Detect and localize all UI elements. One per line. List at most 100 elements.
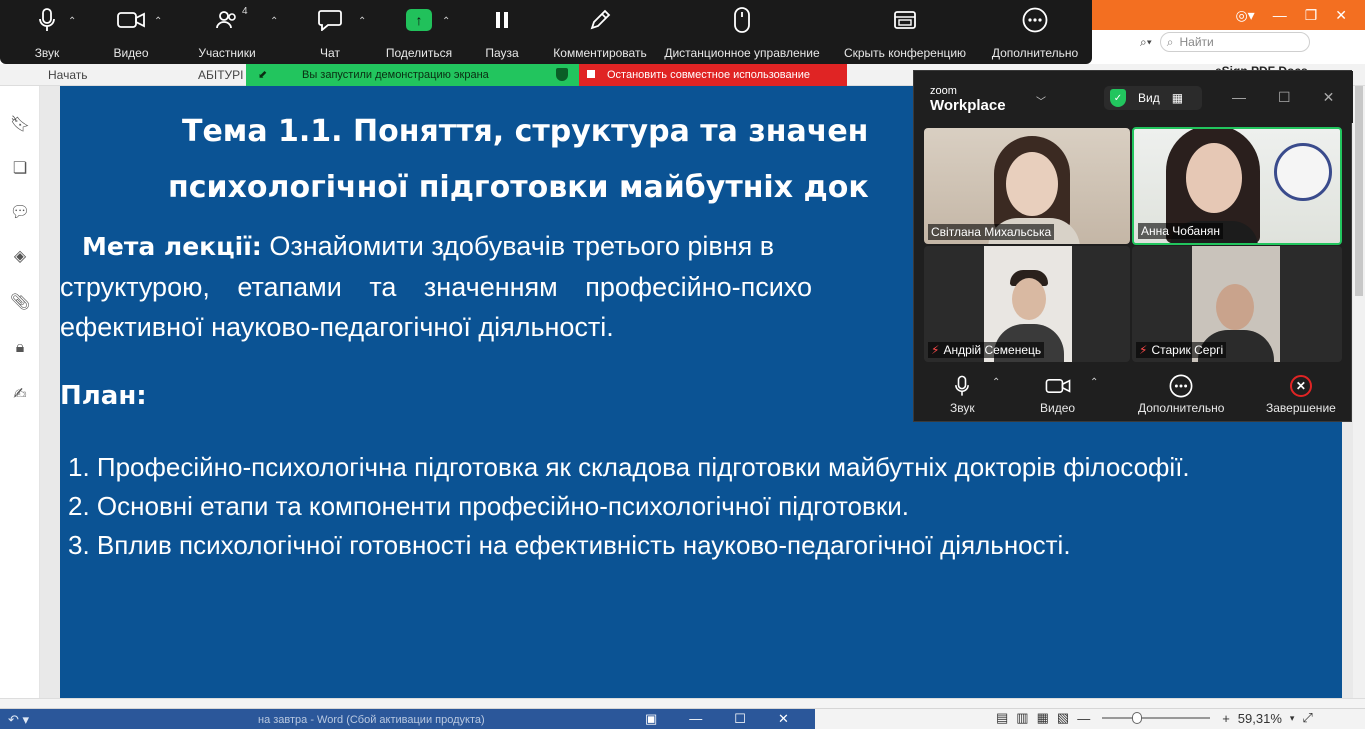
- pause-share-button[interactable]: Пауза: [484, 0, 520, 64]
- restore-icon[interactable]: ❐: [1305, 7, 1318, 24]
- participant-name: ⚡︎ Старик Сергі: [1136, 342, 1227, 358]
- remote-control-button[interactable]: Дистанционное управление: [662, 0, 822, 64]
- participants-label: Участники: [198, 46, 256, 60]
- stop-sharing-label: Остановить совместное использование: [607, 69, 810, 81]
- word-maximize-icon[interactable]: ☐: [734, 711, 746, 727]
- window-video-button[interactable]: Видео: [1040, 371, 1075, 415]
- muted-mic-icon: ⚡︎: [931, 343, 940, 357]
- horizontal-scrollbar[interactable]: [0, 698, 1365, 708]
- bookmark-icon[interactable]: 🔖︎: [10, 114, 30, 134]
- word-close-icon[interactable]: ✕: [778, 711, 789, 727]
- sharing-notice-banner: ⬋ Вы запустили демонстрацию экрана: [246, 64, 579, 86]
- zoom-in-icon[interactable]: +: [1222, 711, 1230, 726]
- security-shield-icon: [556, 68, 568, 81]
- zoom-level[interactable]: 59,31%: [1238, 711, 1282, 726]
- window-video-caret[interactable]: ⌃: [1090, 377, 1098, 388]
- account-icon[interactable]: ◎▾: [1235, 7, 1254, 24]
- stop-sharing-button[interactable]: Остановить совместное использование: [579, 64, 847, 86]
- zoom-slider-knob[interactable]: [1132, 712, 1143, 724]
- participant-name: ⚡︎ Андрій Семенець: [928, 342, 1045, 358]
- mouse-icon: [733, 0, 751, 40]
- single-page-icon[interactable]: ▤: [996, 710, 1008, 726]
- workplace-menu-caret[interactable]: ﹀: [1036, 93, 1046, 108]
- word-restore-icon[interactable]: ▣: [645, 711, 657, 727]
- remote-control-label: Дистанционное управление: [664, 46, 820, 60]
- security-icon[interactable]: 🔒︎: [10, 338, 30, 358]
- zoom-logo-small: zoom: [930, 85, 957, 97]
- zoom-slider[interactable]: [1102, 712, 1211, 724]
- participants-options-caret[interactable]: ⌃: [270, 16, 278, 27]
- participant-tile[interactable]: Світлана Михальська: [924, 128, 1130, 244]
- window-audio-caret[interactable]: ⌃: [992, 377, 1000, 388]
- share-button[interactable]: ↑ Поделиться: [384, 0, 454, 64]
- window-audio-button[interactable]: Звук: [950, 371, 975, 415]
- zoom-close-icon[interactable]: ✕: [1323, 89, 1335, 106]
- find-options-icon[interactable]: ⌕▾: [1140, 35, 1152, 50]
- undo-icon[interactable]: ↶ ▾: [8, 712, 29, 728]
- signature-icon[interactable]: ✍︎: [10, 384, 30, 404]
- stop-icon: [587, 70, 595, 78]
- end-meeting-icon: ✕: [1289, 375, 1312, 397]
- audio-button[interactable]: Звук: [24, 0, 70, 64]
- comments-icon[interactable]: 💬︎: [10, 202, 30, 222]
- annotate-button[interactable]: Комментировать: [552, 0, 648, 64]
- share-label: Поделиться: [385, 46, 453, 60]
- two-page-icon[interactable]: ▦: [1037, 710, 1049, 726]
- scrollbar-thumb[interactable]: [1355, 86, 1363, 296]
- zoom-dropdown-icon[interactable]: ▾: [1290, 713, 1295, 724]
- hide-meeting-button[interactable]: Скрыть конференцию: [842, 0, 968, 64]
- microphone-icon: [955, 371, 970, 401]
- video-button[interactable]: Видео: [108, 0, 154, 64]
- drag-handle-icon[interactable]: ⬋: [258, 68, 267, 81]
- hide-window-icon: [893, 0, 917, 40]
- layers-icon[interactable]: ◈: [10, 246, 30, 266]
- goal-line1: Ознайомити здобувачів третього рівня в: [261, 231, 775, 261]
- audio-label: Звук: [34, 46, 60, 60]
- tab-start[interactable]: Начать: [48, 68, 88, 82]
- hide-meeting-label: Скрыть конференцию: [843, 46, 967, 60]
- participants-button[interactable]: Участники: [196, 0, 258, 64]
- chat-options-caret[interactable]: ⌃: [358, 16, 366, 27]
- close-icon[interactable]: ✕: [1335, 7, 1347, 24]
- more-button[interactable]: Дополнительно: [990, 0, 1080, 64]
- continuous-page-icon[interactable]: ▥: [1016, 710, 1028, 726]
- audio-options-caret[interactable]: ⌃: [68, 16, 76, 27]
- word-minimize-icon[interactable]: —: [689, 711, 702, 727]
- zoom-maximize-icon[interactable]: ☐: [1278, 89, 1291, 106]
- participants-icon: [216, 0, 238, 40]
- attachment-icon[interactable]: 📎︎: [10, 292, 30, 312]
- plan-item: 3. Вплив психологічної готовності на ефе…: [68, 530, 1071, 560]
- word-window-bar[interactable]: ↶ ▾ на завтра - Word (Сбой активации про…: [0, 709, 815, 729]
- participant-tile-active-speaker[interactable]: Анна Чобанян: [1132, 127, 1342, 245]
- end-meeting-button[interactable]: ✕ Завершение: [1266, 371, 1336, 415]
- pause-label: Пауза: [485, 46, 519, 60]
- zoom-logo-workplace: Workplace: [930, 97, 1006, 114]
- search-icon: ⌕: [1166, 34, 1174, 49]
- view-button[interactable]: ✓ Вид ▦: [1104, 86, 1202, 110]
- zoom-minimize-icon[interactable]: —: [1232, 89, 1246, 106]
- window-controls: ◎▾ — ❐ ✕: [1090, 0, 1365, 30]
- word-window-title: на завтра - Word (Сбой активации продукт…: [258, 714, 485, 726]
- vertical-scrollbar[interactable]: [1353, 86, 1365, 698]
- fullscreen-icon[interactable]: ⤢: [1302, 710, 1312, 726]
- participant-tile[interactable]: ⚡︎ Старик Сергі: [1132, 246, 1342, 362]
- pen-icon: [588, 0, 612, 40]
- goal-label: Мета лекції:: [82, 232, 262, 261]
- video-options-caret[interactable]: ⌃: [154, 16, 162, 27]
- window-video-label: Видео: [1040, 401, 1076, 415]
- participant-tile[interactable]: ⚡︎ Андрій Семенець: [924, 246, 1130, 362]
- window-more-button[interactable]: Дополнительно: [1138, 371, 1224, 415]
- pages-icon[interactable]: ❏: [10, 158, 30, 178]
- two-page-continuous-icon[interactable]: ▧: [1057, 710, 1069, 726]
- chat-button[interactable]: Чат: [310, 0, 350, 64]
- participant-name: Світлана Михальська: [928, 224, 1055, 240]
- search-input[interactable]: ⌕ Найти: [1159, 32, 1310, 52]
- minimize-icon[interactable]: —: [1273, 7, 1287, 23]
- tab-abit[interactable]: АБІТУРІ: [198, 68, 244, 82]
- zoom-out-icon[interactable]: —: [1077, 711, 1090, 726]
- sharing-notice-text: Вы запустили демонстрацию экрана: [302, 69, 489, 81]
- plan-list: 1. Професійно-психологічна підготовка як…: [68, 448, 1190, 565]
- share-options-caret[interactable]: ⌃: [442, 16, 450, 27]
- microphone-icon: [39, 0, 55, 40]
- zoom-meeting-toolbar: Звук ⌃ Видео ⌃ Участники 4 ⌃ Чат ⌃ ↑ Под…: [0, 0, 1092, 64]
